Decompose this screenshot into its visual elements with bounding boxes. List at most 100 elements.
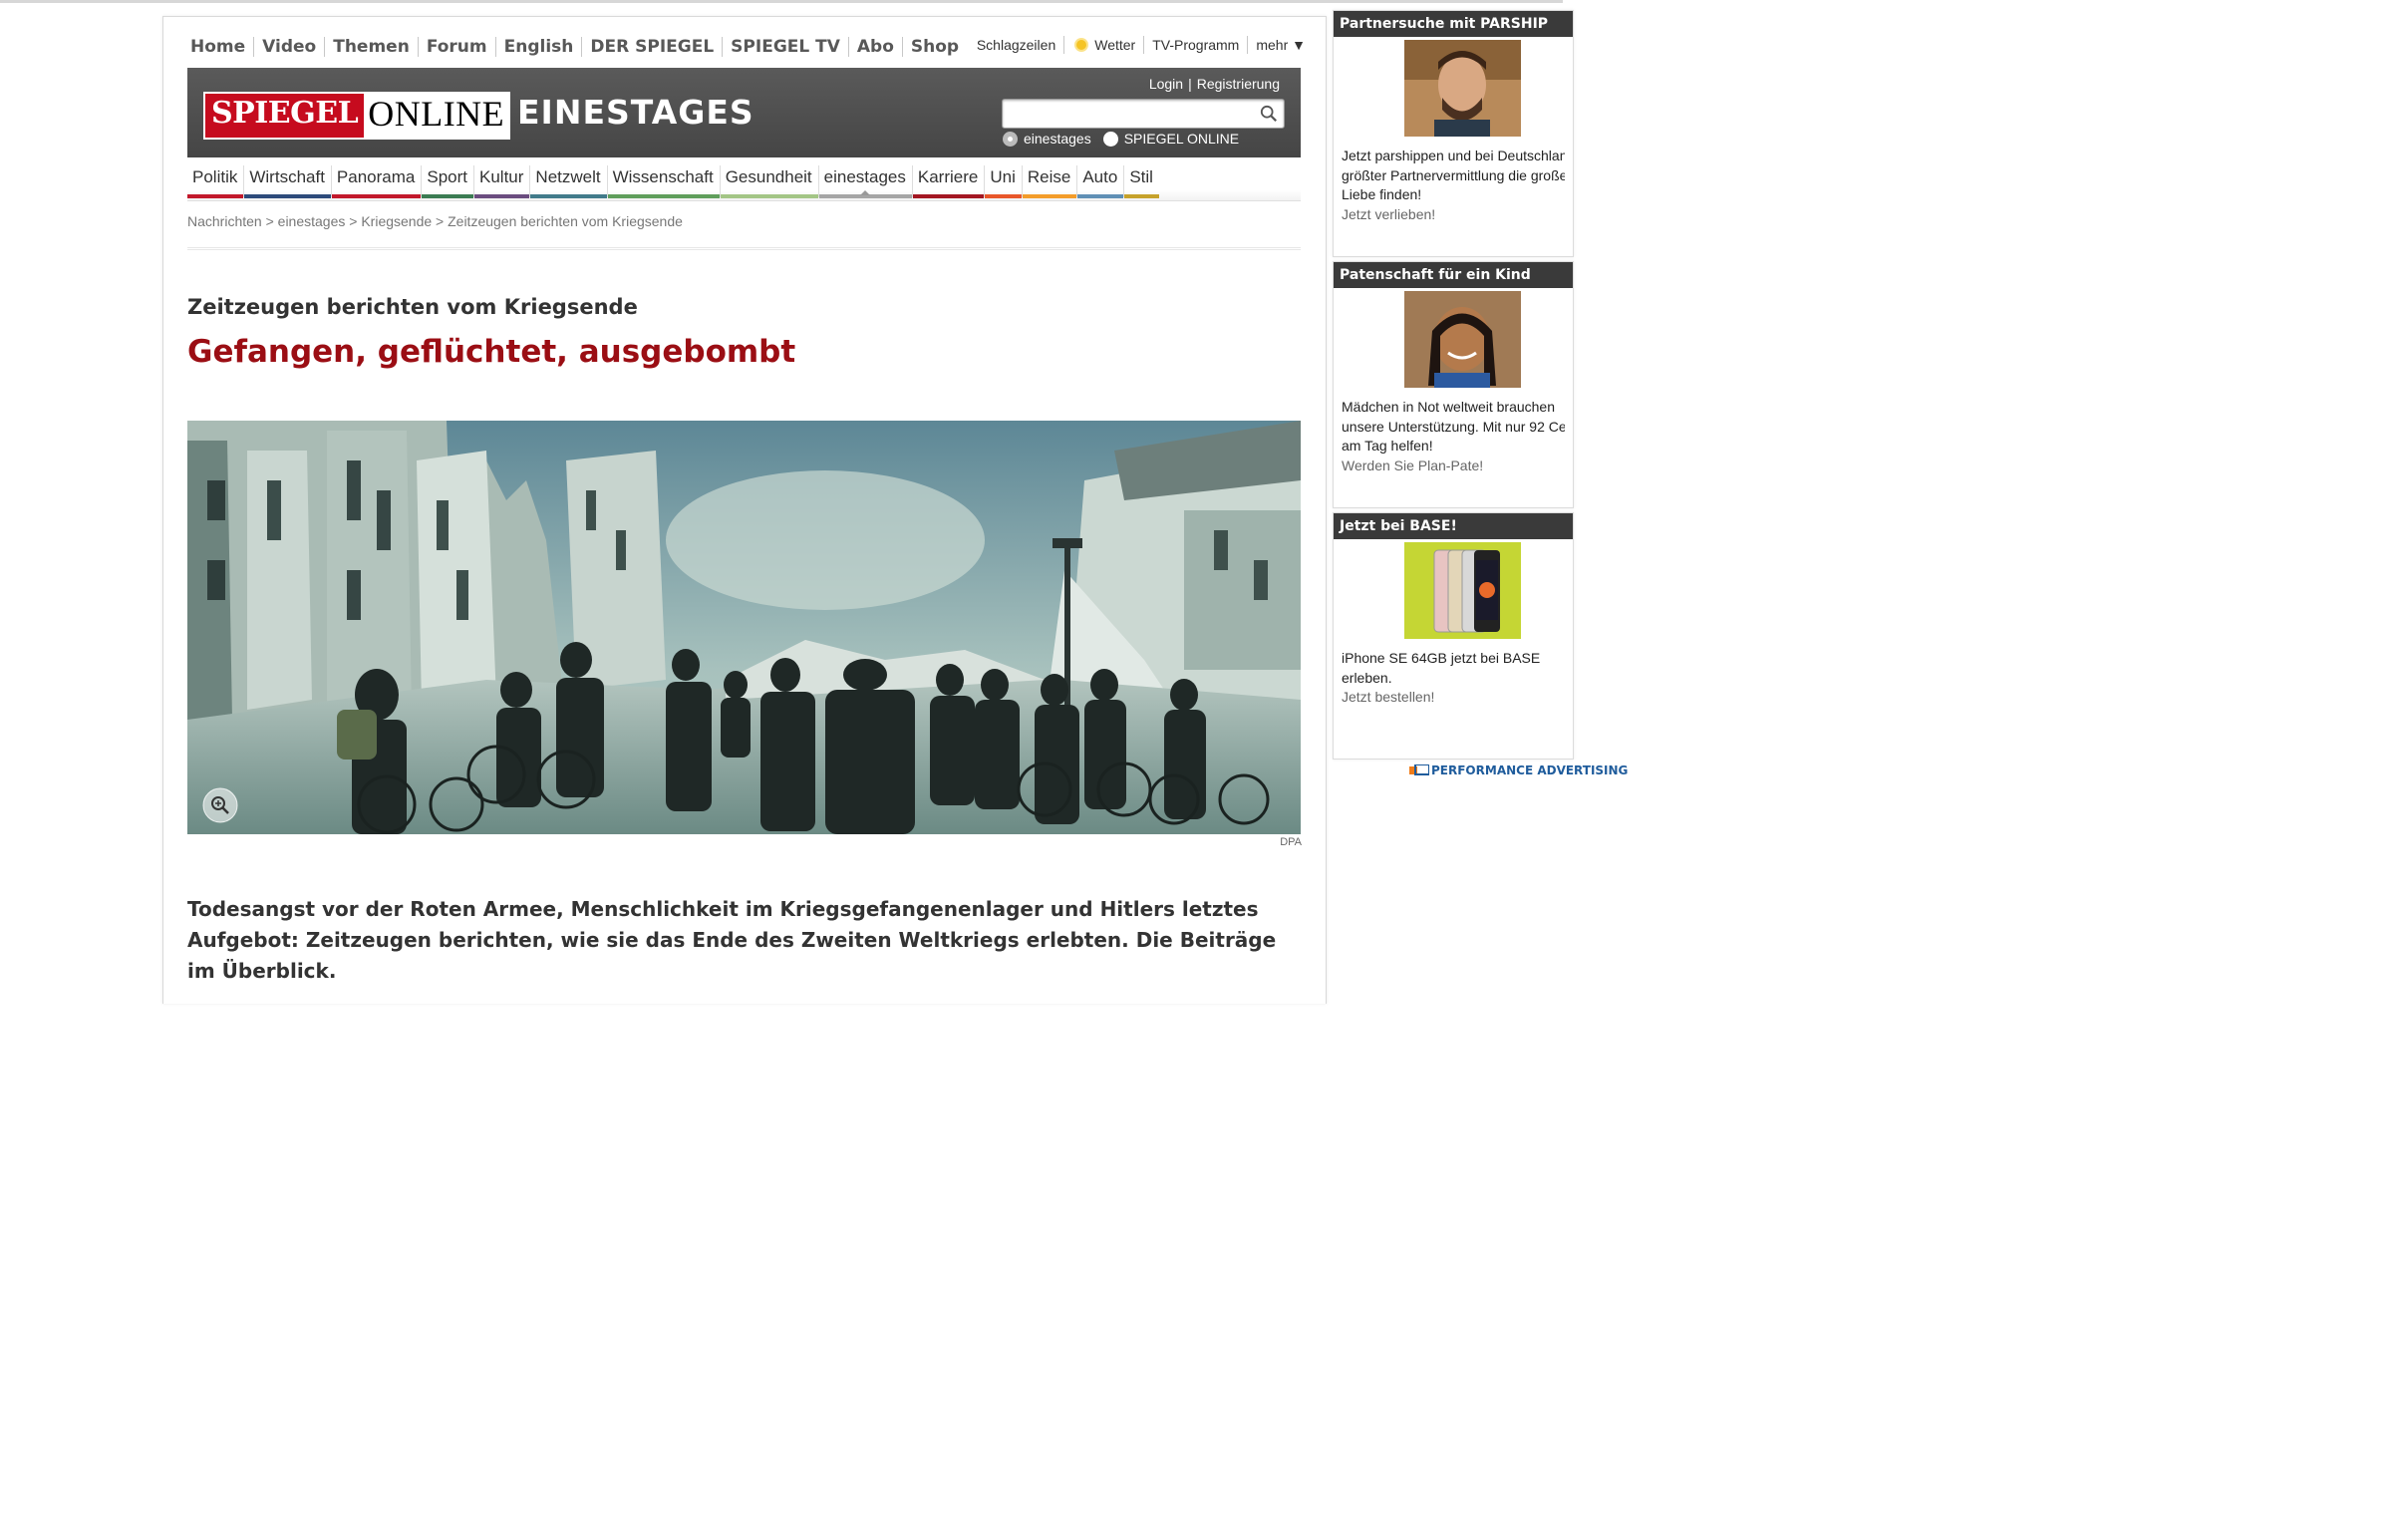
spiegel-online-logo[interactable]: SPIEGEL ONLINE <box>203 92 511 140</box>
login-link[interactable]: Login <box>1144 76 1188 92</box>
channel-reise[interactable]: Reise <box>1022 165 1078 198</box>
radio-einestages[interactable] <box>1003 131 1018 147</box>
channel-color-bar <box>912 194 985 198</box>
channel-color-bar <box>331 194 422 198</box>
service-nav-video[interactable]: Video <box>254 37 326 57</box>
search-input[interactable] <box>1002 99 1285 129</box>
channel-netzwelt[interactable]: Netzwelt <box>530 165 608 198</box>
channel-uni[interactable]: Uni <box>985 165 1023 198</box>
ad-base-image[interactable] <box>1404 542 1521 639</box>
ad-base-title: Jetzt bei BASE! <box>1334 513 1573 539</box>
channel-gesundheit[interactable]: Gesundheit <box>720 165 819 198</box>
channel-wissenschaft[interactable]: Wissenschaft <box>607 165 721 198</box>
photo-credit: DPA <box>1280 836 1302 848</box>
channel-label: Uni <box>990 167 1016 186</box>
register-link[interactable]: Registrierung <box>1192 76 1285 92</box>
zoom-icon[interactable] <box>202 787 238 823</box>
channel-nav: Politik Wirtschaft Panorama Sport Kultur Netz… <box>187 165 1301 201</box>
ad-base-cta[interactable]: Jetzt bestellen! <box>1342 688 1565 708</box>
channel-karriere[interactable]: Karriere <box>912 165 986 198</box>
channel-color-bar <box>985 194 1022 198</box>
ad-plan-line-2: unsere Unterstützung. Mit nur 92 Cent <box>1342 418 1565 435</box>
divider <box>187 247 1301 250</box>
ad-plan-text: Mädchen in Not weltweit brauchen unsere … <box>1334 388 1565 475</box>
channel-label: Karriere <box>917 167 979 186</box>
channel-kultur[interactable]: Kultur <box>474 165 531 198</box>
service-nav-shop[interactable]: Shop <box>903 37 967 57</box>
ad-base[interactable]: Jetzt bei BASE! iPhone SE 64GB jetzt bei… <box>1333 512 1574 760</box>
channel-stil[interactable]: Stil <box>1124 165 1159 198</box>
ad-base-line-2: erleben. <box>1342 669 1392 686</box>
channel-sport[interactable]: Sport <box>422 165 474 198</box>
service-nav: Home Video Themen Forum English DER SPIE… <box>188 35 967 59</box>
channel-color-bar <box>1077 194 1124 198</box>
service-nav-english[interactable]: English <box>496 37 583 57</box>
wetter-label: Wetter <box>1094 37 1136 53</box>
header-banner: SPIEGEL ONLINE EINESTAGES Login | Registri… <box>187 68 1301 157</box>
performance-advertising-link[interactable]: PERFORMANCE ADVERTISING <box>1409 763 1628 777</box>
breadcrumb[interactable]: Nachrichten > einestages > Kriegsende > … <box>187 213 683 229</box>
photo-image <box>187 421 1301 834</box>
mehr-dropdown[interactable]: mehr ▼ <box>1248 36 1314 54</box>
ad-parship-image[interactable] <box>1404 40 1521 137</box>
channel-color-bar <box>187 194 244 198</box>
section-title[interactable]: EINESTAGES <box>517 92 754 134</box>
ad-parship[interactable]: Partnersuche mit PARSHIP Jetzt parshippe… <box>1333 10 1574 257</box>
channel-label: Netzwelt <box>535 167 601 186</box>
channel-label: Wirtschaft <box>249 167 325 186</box>
channel-label: Gesundheit <box>725 167 812 186</box>
channel-label: Sport <box>427 167 467 186</box>
ad-plan-image[interactable] <box>1404 291 1521 388</box>
radio-einestages-label: einestages <box>1024 131 1091 147</box>
service-nav-forum[interactable]: Forum <box>419 37 496 57</box>
search-icon[interactable] <box>1260 105 1278 123</box>
ad-parship-text: Jetzt parshippen und bei Deutschlands gr… <box>1334 137 1565 224</box>
service-nav-spiegel-tv[interactable]: SPIEGEL TV <box>723 37 849 57</box>
channel-label: Kultur <box>479 167 524 186</box>
channel-color-bar <box>422 194 473 198</box>
ad-parship-line-3: Liebe finden! <box>1342 186 1422 202</box>
ad-plan-line-1: Mädchen in Not weltweit brauchen <box>1342 399 1556 415</box>
channel-label: Panorama <box>336 167 416 186</box>
utility-nav: Schlagzeilen Wetter TV-Programm mehr ▼ <box>969 36 1314 54</box>
radio-spiegel-online[interactable] <box>1102 131 1118 147</box>
channel-politik[interactable]: Politik <box>187 165 245 198</box>
channel-label: Reise <box>1027 167 1071 186</box>
channel-auto[interactable]: Auto <box>1077 165 1125 198</box>
channel-color-bar <box>818 194 912 198</box>
service-nav-abo[interactable]: Abo <box>849 37 903 57</box>
tv-programm-link[interactable]: TV-Programm <box>1144 36 1249 54</box>
radio-spiegel-online-label: SPIEGEL ONLINE <box>1123 131 1240 147</box>
search-scope: einestages SPIEGEL ONLINE <box>1003 131 1245 147</box>
service-nav-der-spiegel[interactable]: DER SPIEGEL <box>582 37 724 57</box>
channel-label: einestages <box>823 167 906 186</box>
article-kicker: Zeitzeugen berichten vom Kriegsende <box>187 295 638 319</box>
channel-einestages[interactable]: einestages <box>818 165 913 198</box>
channel-wirtschaft[interactable]: Wirtschaft <box>244 165 332 198</box>
performance-logo-icon <box>1409 764 1429 775</box>
article-intro: Todesangst vor der Roten Armee, Menschli… <box>187 897 1277 983</box>
browser-top-line <box>0 0 1563 3</box>
ad-parship-cta[interactable]: Jetzt verlieben! <box>1342 205 1565 225</box>
channel-color-bar <box>530 194 607 198</box>
channel-color-bar <box>244 194 331 198</box>
channel-label: Auto <box>1082 167 1118 186</box>
ad-plan-cta[interactable]: Werden Sie Plan-Pate! <box>1342 456 1565 476</box>
ad-parship-title: Partnersuche mit PARSHIP <box>1334 11 1573 37</box>
ad-plan-line-3: am Tag helfen! <box>1342 438 1433 454</box>
channel-color-bar <box>474 194 530 198</box>
logo-online: ONLINE <box>364 94 509 138</box>
sun-icon <box>1072 36 1090 54</box>
service-nav-themen[interactable]: Themen <box>325 37 419 57</box>
ad-plan[interactable]: Patenschaft für ein Kind Mädchen in Not … <box>1333 261 1574 508</box>
channel-label: Politik <box>192 167 238 186</box>
channel-panorama[interactable]: Panorama <box>331 165 423 198</box>
ad-parship-line-1: Jetzt parshippen und bei Deutschlands <box>1342 148 1565 163</box>
performance-label: PERFORMANCE ADVERTISING <box>1431 763 1629 777</box>
service-nav-home[interactable]: Home <box>188 37 255 57</box>
wetter-link[interactable]: Wetter <box>1064 36 1145 54</box>
ad-plan-title: Patenschaft für ein Kind <box>1334 262 1573 288</box>
schlagzeilen-link[interactable]: Schlagzeilen <box>969 36 1065 54</box>
login-area: Login | Registrierung <box>1144 76 1285 92</box>
article-photo[interactable] <box>187 421 1301 834</box>
